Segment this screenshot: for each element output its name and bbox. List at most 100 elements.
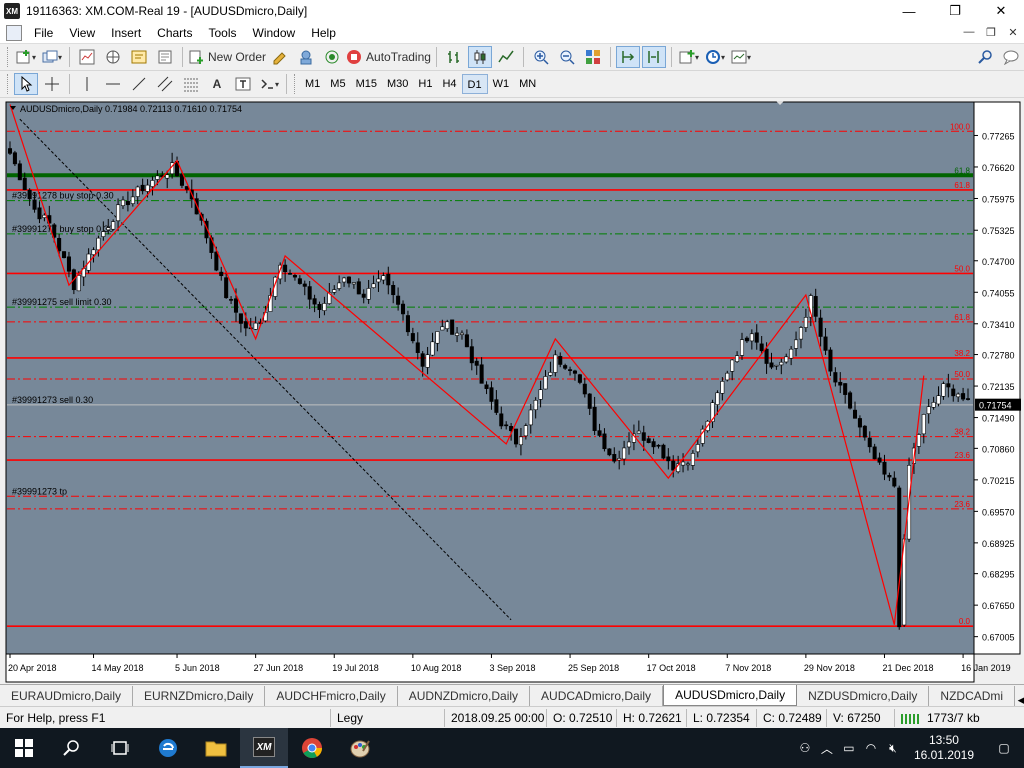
order-label: #39991273 tp bbox=[12, 486, 67, 496]
candle-body bbox=[253, 322, 258, 330]
timeframe-h1[interactable]: H1 bbox=[413, 74, 437, 94]
timeframe-w1[interactable]: W1 bbox=[488, 74, 515, 94]
autotrading-label: AutoTrading bbox=[366, 50, 431, 64]
signals-button[interactable] bbox=[320, 46, 344, 68]
trendline-button[interactable] bbox=[127, 73, 151, 95]
text-label-button[interactable] bbox=[231, 73, 255, 95]
line-chart-button[interactable] bbox=[494, 46, 518, 68]
maximize-button[interactable]: ❐ bbox=[932, 0, 978, 22]
minimize-button[interactable]: — bbox=[886, 0, 932, 22]
edge-taskbar-button[interactable] bbox=[144, 728, 192, 768]
menu-charts[interactable]: Charts bbox=[149, 26, 200, 40]
timeframe-mn[interactable]: MN bbox=[514, 74, 541, 94]
autotrading-button[interactable]: AutoTrading bbox=[346, 46, 431, 68]
menu-view[interactable]: View bbox=[61, 26, 103, 40]
xm-taskbar-button[interactable]: XM bbox=[240, 728, 288, 768]
tile-windows-button[interactable] bbox=[581, 46, 605, 68]
zoom-out-button[interactable] bbox=[555, 46, 579, 68]
explorer-taskbar-button[interactable] bbox=[192, 728, 240, 768]
market-watch-button[interactable] bbox=[75, 46, 99, 68]
candle-body bbox=[405, 315, 410, 333]
fibonacci-button[interactable] bbox=[179, 73, 203, 95]
tab-audchf[interactable]: AUDCHFmicro,Daily bbox=[265, 686, 398, 706]
start-button[interactable] bbox=[0, 728, 48, 768]
timeframe-m15[interactable]: M15 bbox=[351, 74, 382, 94]
tray-expand-icon[interactable]: ︿ bbox=[816, 740, 838, 757]
tab-eurnzd[interactable]: EURNZDmicro,Daily bbox=[133, 686, 266, 706]
indicators-button[interactable]: ▾ bbox=[677, 46, 701, 68]
new-order-button[interactable]: New Order bbox=[188, 46, 266, 68]
crosshair-tool-button[interactable] bbox=[40, 73, 64, 95]
menu-tools[interactable]: Tools bbox=[201, 26, 245, 40]
taskbar-clock[interactable]: 13:50 16.01.2019 bbox=[904, 733, 984, 763]
candlestick-button[interactable] bbox=[467, 46, 492, 68]
menu-help[interactable]: Help bbox=[303, 26, 344, 40]
profiles-button[interactable]: ▾ bbox=[40, 46, 64, 68]
status-traffic[interactable]: 1773/7 kb bbox=[895, 709, 986, 727]
tab-audusd[interactable]: AUDUSDmicro,Daily bbox=[663, 685, 798, 706]
chat-button[interactable] bbox=[999, 46, 1023, 68]
chrome-taskbar-button[interactable] bbox=[288, 728, 336, 768]
tab-euraud[interactable]: EURAUDmicro,Daily bbox=[0, 686, 134, 706]
mdi-close-button[interactable]: ✕ bbox=[1002, 26, 1024, 39]
candle-body bbox=[57, 237, 62, 252]
toolbar-grip[interactable] bbox=[7, 74, 10, 94]
timeframe-m30[interactable]: M30 bbox=[382, 74, 413, 94]
toolbar-grip[interactable] bbox=[294, 74, 297, 94]
bar-chart-button[interactable] bbox=[442, 46, 466, 68]
battery-icon[interactable]: ▭ bbox=[838, 741, 860, 755]
timeframe-m5[interactable]: M5 bbox=[325, 74, 350, 94]
templates-button[interactable]: ▾ bbox=[729, 46, 753, 68]
text-tool-button[interactable]: A bbox=[205, 73, 229, 95]
wifi-icon[interactable]: ◠ bbox=[860, 741, 882, 755]
mdi-minimize-button[interactable]: — bbox=[958, 26, 980, 39]
search-button[interactable] bbox=[973, 46, 997, 68]
people-icon[interactable]: ⚇ bbox=[794, 741, 816, 755]
new-order-icon bbox=[189, 50, 203, 64]
tab-nzdusd[interactable]: NZDUSDmicro,Daily bbox=[797, 686, 930, 706]
timeframe-h4[interactable]: H4 bbox=[437, 74, 461, 94]
cursor-tool-button[interactable] bbox=[14, 73, 38, 95]
metaeditor-button[interactable] bbox=[268, 46, 292, 68]
auto-scroll-button[interactable] bbox=[615, 46, 640, 68]
candle-body bbox=[607, 448, 612, 456]
timeframe-d1[interactable]: D1 bbox=[461, 74, 488, 94]
candle-body bbox=[342, 277, 347, 283]
navigator-button[interactable] bbox=[101, 46, 125, 68]
tab-scroll-left-icon[interactable]: ◀ bbox=[1015, 695, 1024, 706]
community-button[interactable] bbox=[294, 46, 318, 68]
paint-taskbar-button[interactable] bbox=[336, 728, 384, 768]
toolbar-grip[interactable] bbox=[7, 47, 10, 67]
close-button[interactable]: ✕ bbox=[978, 0, 1024, 22]
vertical-line-button[interactable] bbox=[75, 73, 99, 95]
new-chart-button[interactable]: ▾ bbox=[14, 46, 38, 68]
candle-body bbox=[484, 384, 489, 389]
volume-mute-icon[interactable]: 🔇︎ bbox=[882, 741, 904, 756]
menu-window[interactable]: Window bbox=[245, 26, 304, 40]
chart-shift-button[interactable] bbox=[641, 46, 666, 68]
task-view-button[interactable] bbox=[96, 728, 144, 768]
candle-body bbox=[764, 348, 769, 364]
periods-button[interactable]: ▾ bbox=[703, 46, 727, 68]
zoom-in-button[interactable] bbox=[529, 46, 553, 68]
candle-body bbox=[931, 402, 936, 408]
arrows-button[interactable]: ▾ bbox=[257, 73, 281, 95]
price-chart[interactable]: 0.77265 0.76620 0.75975 0.75325 0.74700 0.740… bbox=[4, 98, 1022, 684]
tab-audcad[interactable]: AUDCADmicro,Daily bbox=[530, 686, 664, 706]
candle-body bbox=[843, 383, 848, 395]
menu-insert[interactable]: Insert bbox=[103, 26, 149, 40]
chart-window-icon[interactable] bbox=[6, 24, 22, 41]
candle-body bbox=[685, 463, 690, 466]
search-taskbar-button[interactable] bbox=[48, 728, 96, 768]
tab-nzdcad[interactable]: NZDCADmi bbox=[929, 686, 1016, 706]
mdi-restore-button[interactable]: ❐ bbox=[980, 26, 1002, 39]
tab-audnzd[interactable]: AUDNZDmicro,Daily bbox=[398, 686, 531, 706]
timeframe-m1[interactable]: M1 bbox=[300, 74, 325, 94]
notifications-icon[interactable]: ▢ bbox=[984, 741, 1024, 755]
horizontal-line-button[interactable] bbox=[101, 73, 125, 95]
terminal-button[interactable] bbox=[127, 46, 151, 68]
menu-file[interactable]: File bbox=[26, 26, 61, 40]
equidistant-channel-button[interactable] bbox=[153, 73, 177, 95]
strategy-tester-button[interactable] bbox=[153, 46, 177, 68]
y-tick-label: 0.67650 bbox=[982, 601, 1015, 611]
